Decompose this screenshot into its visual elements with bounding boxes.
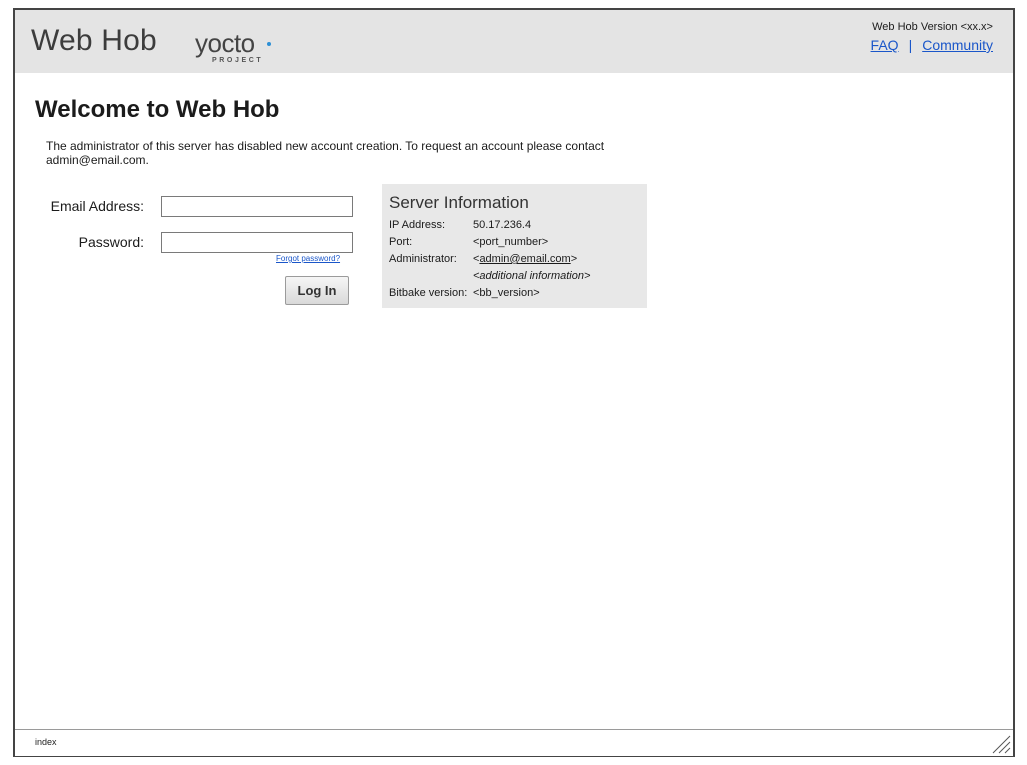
bitbake-value: <bb_version> [473, 287, 540, 299]
logo-subtitle: PROJECT [212, 57, 264, 64]
link-separator: | [908, 37, 913, 53]
admin-label: Administrator: [389, 253, 457, 265]
password-field[interactable] [161, 232, 353, 253]
community-link[interactable]: Community [922, 37, 993, 53]
top-links: FAQ | Community [871, 37, 993, 53]
admin-value: <admin@email.com> [473, 253, 577, 265]
page-title: Welcome to Web Hob [35, 96, 280, 123]
faq-link[interactable]: FAQ [871, 37, 899, 53]
bitbake-label: Bitbake version: [389, 287, 468, 299]
additional-info: <additional information> [473, 270, 591, 282]
ip-value: 50.17.236.4 [473, 219, 532, 231]
port-value: <port_number> [473, 236, 549, 248]
port-label: Port: [389, 236, 413, 248]
logo-word: yocto [195, 28, 255, 58]
app-window: Web Hob yocto PROJECT Web Hob Version <x… [13, 8, 1015, 757]
password-label: Password: [78, 234, 144, 250]
version-label: Web Hob Version <xx.x> [872, 21, 993, 33]
ip-label: IP Address: [389, 219, 446, 231]
footer-bar: index [15, 729, 1013, 756]
forgot-password-link[interactable]: Forgot password? [276, 254, 340, 263]
server-row-ip: IP Address: 50.17.236.4 [389, 219, 644, 233]
server-row-additional: <additional information> [389, 270, 644, 284]
admin-email-link[interactable]: admin@email.com [479, 253, 570, 265]
logo-dot-icon [267, 42, 271, 46]
server-row-admin: Administrator: <admin@email.com> [389, 253, 644, 267]
header-bar: Web Hob yocto PROJECT Web Hob Version <x… [15, 10, 1013, 73]
footer-label: index [35, 737, 57, 747]
server-row-port: Port: <port_number> [389, 236, 644, 250]
server-info-panel: Server Information IP Address: 50.17.236… [382, 184, 647, 308]
resize-grip-icon[interactable] [991, 734, 1011, 754]
app-title: Web Hob [31, 24, 157, 57]
login-button[interactable]: Log In [285, 276, 349, 305]
yocto-logo: yocto PROJECT [195, 28, 285, 68]
account-notice: The administrator of this server has dis… [46, 139, 605, 167]
email-field[interactable] [161, 196, 353, 217]
server-info-title: Server Information [389, 193, 529, 212]
server-row-bitbake: Bitbake version: <bb_version> [389, 287, 644, 301]
email-label: Email Address: [50, 198, 144, 214]
admin-suffix: > [570, 253, 578, 265]
